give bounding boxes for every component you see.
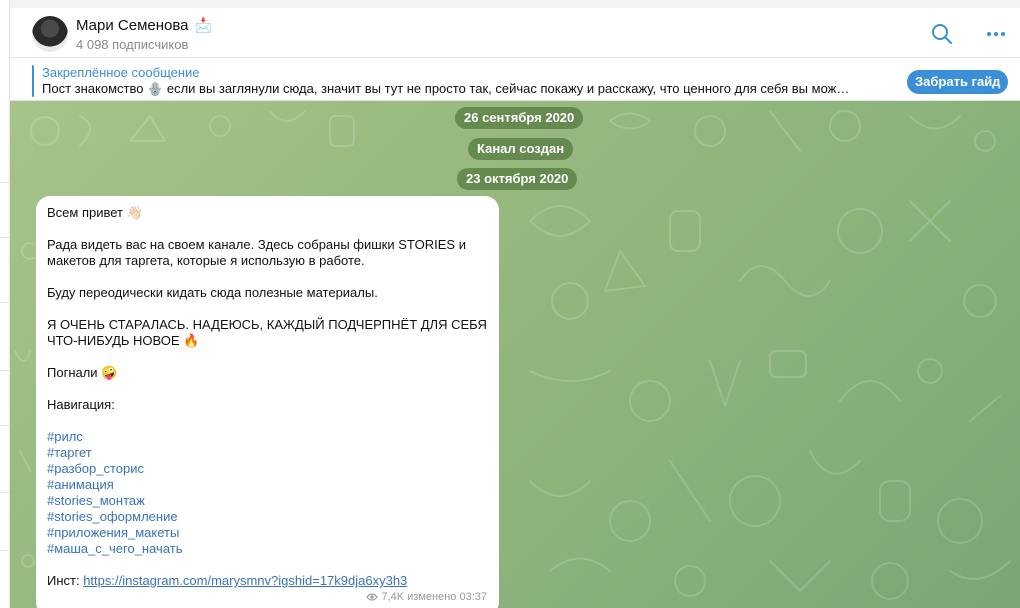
message-bubble[interactable]: Всем привет 👋🏻 Рада видеть вас на своем … xyxy=(36,196,499,608)
channel-header: Мари Семенова 📩 4 098 подписчиков xyxy=(10,8,1020,58)
hashtag-link[interactable]: #маша_с_чего_начать xyxy=(47,541,492,557)
message-paragraph: Буду переодически кидать сюда полезные м… xyxy=(47,285,378,300)
instagram-line: Инст: https://instagram.com/marysmnv?igs… xyxy=(47,573,492,589)
edited-time: изменено 03:37 xyxy=(407,591,487,603)
date-separator: 26 сентября 2020 xyxy=(455,107,584,129)
pinned-message[interactable]: Закреплённое сообщение Пост знакомство 🪬… xyxy=(10,59,1020,101)
message-paragraph: Я ОЧЕНЬ СТАРАЛАСЬ. НАДЕЮСЬ, КАЖДЫЙ ПОДЧЕ… xyxy=(47,317,487,348)
hashtag-link[interactable]: #приложения_макеты xyxy=(47,525,492,541)
hashtag-link[interactable]: #анимация xyxy=(47,477,492,493)
instagram-label: Инст: xyxy=(47,573,84,588)
hashtag-link[interactable]: #разбор_сторис xyxy=(47,461,492,477)
hashtag-link[interactable]: #рилс xyxy=(47,429,492,445)
chat-area[interactable]: 26 сентября 2020 Канал создан 23 октября… xyxy=(10,101,1020,608)
eye-icon xyxy=(366,593,379,601)
message-greeting: Всем привет 👋🏻 xyxy=(47,205,143,220)
instagram-link[interactable]: https://instagram.com/marysmnv?igshid=17… xyxy=(83,573,407,588)
date-separator: 23 октября 2020 xyxy=(457,168,578,190)
message-text: Всем привет 👋🏻 Рада видеть вас на своем … xyxy=(47,205,492,589)
hashtag-link[interactable]: #stories_оформление xyxy=(47,509,492,525)
view-count: 7,4K xyxy=(381,591,405,603)
more-button[interactable] xyxy=(984,22,1008,46)
pin-bar xyxy=(32,65,34,97)
hashtag-link[interactable]: #stories_монтаж xyxy=(47,493,492,509)
more-icon xyxy=(987,32,1005,36)
subscriber-count: 4 098 подписчиков xyxy=(76,37,189,52)
hashtag-link[interactable]: #таргет xyxy=(47,445,492,461)
search-icon xyxy=(932,24,952,44)
navigation-label: Навигация: xyxy=(47,397,115,412)
message-paragraph: Рада видеть вас на своем канале. Здесь с… xyxy=(47,237,466,268)
sidebar-edge xyxy=(0,0,10,608)
envelope-icon: 📩 xyxy=(194,17,212,33)
channel-title[interactable]: Мари Семенова 📩 xyxy=(76,17,212,34)
channel-name: Мари Семенова xyxy=(76,17,189,34)
pinned-text: Пост знакомство 🪬 если вы заглянули сюда… xyxy=(42,81,850,96)
top-bar xyxy=(0,0,1020,8)
search-button[interactable] xyxy=(930,22,954,46)
service-message: Канал создан xyxy=(468,138,574,160)
avatar[interactable] xyxy=(32,16,68,52)
get-guide-button[interactable]: Забрать гайд xyxy=(907,70,1009,94)
message-paragraph: Погнали 🤪 xyxy=(47,365,118,380)
message-meta: 7,4K изменено 03:37 xyxy=(366,591,487,603)
pinned-title: Закреплённое сообщение xyxy=(42,65,200,80)
